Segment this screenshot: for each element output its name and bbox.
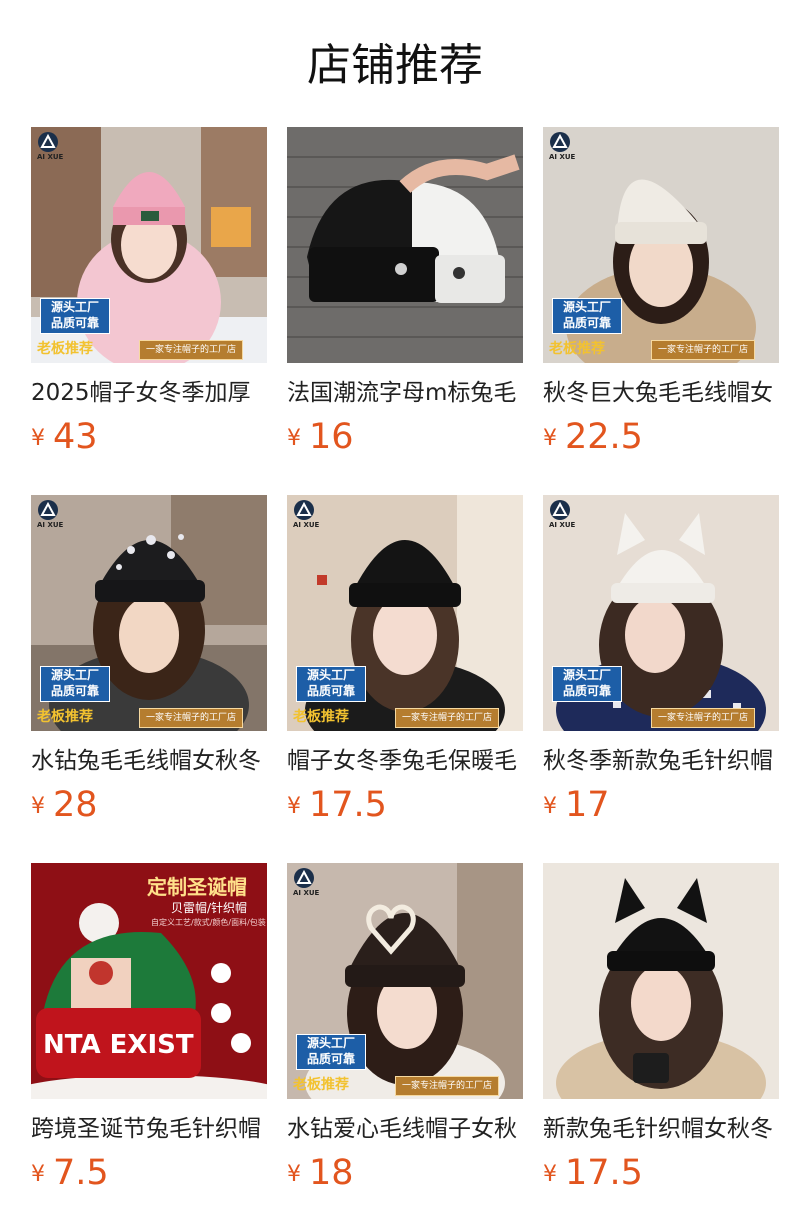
promo-strip: 老板推荐 一家专注帽子的工厂店 (37, 340, 261, 360)
product-name[interactable]: 秋冬季新款兔毛针织帽 (543, 745, 779, 777)
product-card[interactable]: 法国潮流字母m标兔毛 ¥16 (287, 127, 523, 457)
product-card[interactable]: AI XUE 源头工厂 品质可靠 老板推荐 一家专注帽子的工厂店 水钻兔毛毛线帽女… (31, 495, 267, 825)
product-image[interactable]: AI XUE 源头工厂 品质可靠 老板推荐 一家专注帽子的工厂店 (31, 495, 267, 731)
product-name[interactable]: 水钻兔毛毛线帽女秋冬 (31, 745, 267, 777)
promo-strip: 老板推荐 一家专注帽子的工厂店 (37, 708, 261, 728)
product-card[interactable]: 新款兔毛针织帽女秋冬 ¥17.5 (543, 863, 779, 1193)
product-image[interactable] (543, 863, 779, 1099)
brand-logo: AI XUE (549, 499, 579, 529)
factory-badge: 源头工厂 品质可靠 (296, 666, 366, 702)
factory-badge: 源头工厂 品质可靠 (296, 1034, 366, 1070)
factory-badge: 源头工厂 品质可靠 (40, 666, 110, 702)
product-price: ¥16 (287, 417, 354, 457)
brand-logo: AI XUE (293, 499, 323, 529)
product-card[interactable]: AI XUE 源头工厂 品质可靠 老板推荐 一家专注帽子的工厂店 秋冬巨大兔毛毛线… (543, 127, 779, 457)
section-title: 店铺推荐 (307, 40, 483, 91)
promo-strip: 老板推荐 一家专注帽子的工厂店 (293, 708, 517, 728)
product-name[interactable]: 帽子女冬季兔毛保暖毛 (287, 745, 523, 777)
product-name[interactable]: 跨境圣诞节兔毛针织帽 (31, 1113, 267, 1145)
brand-logo: AI XUE (293, 867, 323, 897)
xmas-subtitle: 贝雷帽/针织帽 (171, 901, 248, 915)
product-image[interactable]: AI XUE 源头工厂 品质可靠 老板推荐 一家专注帽子的工厂店 (31, 127, 267, 363)
product-price: ¥17 (543, 785, 610, 825)
promo-strip: 老板推荐 一家专注帽子的工厂店 (549, 340, 773, 360)
product-image[interactable] (287, 127, 523, 363)
product-price: ¥28 (31, 785, 98, 825)
factory-badge: 源头工厂 品质可靠 (552, 298, 622, 334)
product-image[interactable]: AI XUE 源头工厂 品质可靠 老板推荐 一家专注帽子的工厂店 (287, 863, 523, 1099)
product-card[interactable]: AI XUE 源头工厂 品质可靠 老板推荐 一家专注帽子的工厂店 2025帽子女冬… (31, 127, 267, 457)
product-price: ¥17.5 (287, 785, 387, 825)
product-card[interactable]: AI XUE 源头工厂 品质可靠 老板推荐 一家专注帽子的工厂店 帽子女冬季兔毛保… (287, 495, 523, 825)
product-name[interactable]: 法国潮流字母m标兔毛 (287, 377, 523, 409)
brand-logo: AI XUE (549, 131, 579, 161)
product-card[interactable]: AI XUE 源头工厂 品质可靠 老板推荐 一家专注帽子的工厂店 水钻爱心毛线帽子… (287, 863, 523, 1193)
product-card[interactable]: AI XUE 源头工厂 品质可靠 一家专注帽子的工厂店 秋冬季新款兔毛针织帽 ¥1… (543, 495, 779, 825)
product-price: ¥17.5 (543, 1153, 643, 1193)
product-price: ¥18 (287, 1153, 354, 1193)
brand-logo: AI XUE (37, 131, 67, 161)
brand-logo: AI XUE (37, 499, 67, 529)
product-image[interactable]: AI XUE 源头工厂 品质可靠 老板推荐 一家专注帽子的工厂店 (543, 127, 779, 363)
hat-print-text: NTA EXIST (43, 1030, 194, 1060)
product-name[interactable]: 2025帽子女冬季加厚 (31, 377, 267, 409)
product-price: ¥43 (31, 417, 98, 457)
product-image[interactable]: NTA EXIST 定制圣诞帽 贝雷帽/针织帽 自定义工艺/款式/颜色/面料/包… (31, 863, 267, 1099)
product-price: ¥22.5 (543, 417, 643, 457)
xmas-note: 自定义工艺/款式/颜色/面料/包装 (151, 918, 266, 927)
factory-badge: 源头工厂 品质可靠 (40, 298, 110, 334)
product-name[interactable]: 新款兔毛针织帽女秋冬 (543, 1113, 779, 1145)
product-card[interactable]: NTA EXIST 定制圣诞帽 贝雷帽/针织帽 自定义工艺/款式/颜色/面料/包… (31, 863, 267, 1193)
xmas-title: 定制圣诞帽 (147, 875, 247, 899)
promo-strip: 老板推荐 一家专注帽子的工厂店 (293, 1076, 517, 1096)
product-image[interactable]: AI XUE 源头工厂 品质可靠 老板推荐 一家专注帽子的工厂店 (287, 495, 523, 731)
product-price: ¥7.5 (31, 1153, 109, 1193)
factory-badge: 源头工厂 品质可靠 (552, 666, 622, 702)
product-image[interactable]: AI XUE 源头工厂 品质可靠 一家专注帽子的工厂店 (543, 495, 779, 731)
product-name[interactable]: 水钻爱心毛线帽子女秋 (287, 1113, 523, 1145)
promo-strip: 一家专注帽子的工厂店 (549, 708, 773, 728)
product-name[interactable]: 秋冬巨大兔毛毛线帽女 (543, 377, 779, 409)
